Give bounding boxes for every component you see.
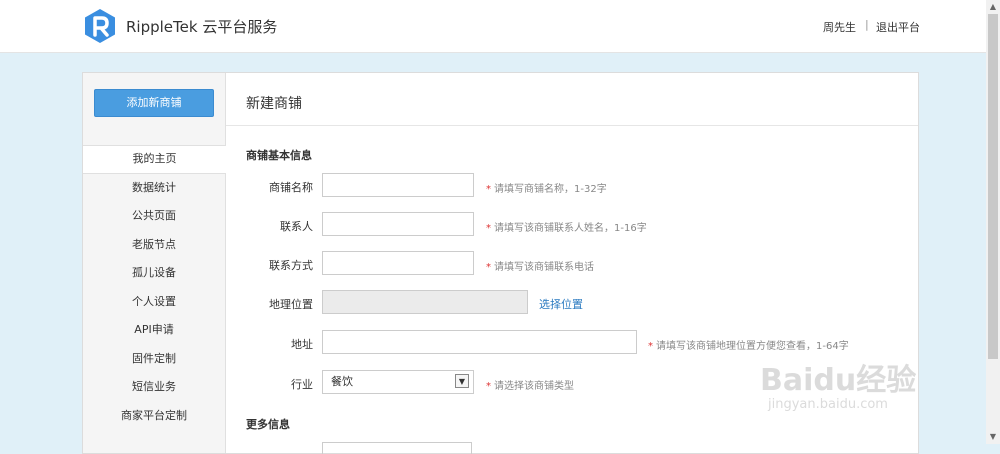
shop-name-input[interactable] [322,173,474,197]
scroll-up-arrow-icon[interactable]: ▲ [986,0,1000,14]
section-title-basic: 商铺基本信息 [246,149,312,162]
location-input [322,290,528,314]
sidebar-item-home[interactable]: 我的主页 [83,145,226,174]
required-mark: * [486,223,491,234]
sidebar-item-firmware[interactable]: 固件定制 [83,345,225,374]
logout-link[interactable]: 退出平台 [876,19,920,35]
sidebar-item-legacy-nodes[interactable]: 老版节点 [83,231,225,260]
contact-input[interactable] [322,212,474,236]
sidebar-item-orphan-devices[interactable]: 孤儿设备 [83,259,225,288]
sidebar-item-public-pages[interactable]: 公共页面 [83,202,225,231]
title-divider [226,125,918,126]
sidebar-item-statistics[interactable]: 数据统计 [83,174,225,203]
rippletek-logo-icon [85,9,115,43]
sidebar-item-merchant-platform[interactable]: 商家平台定制 [83,402,225,431]
user-name[interactable]: 周先生 [823,19,856,35]
chevron-down-icon[interactable]: ▼ [455,374,469,388]
form-row-phone: 联系方式 * 请填写该商铺联系电话 [226,251,918,277]
shop-name-label: 商铺名称 [269,181,313,194]
section-title-more: 更多信息 [246,418,290,431]
required-mark: * [648,341,653,352]
add-shop-button[interactable]: 添加新商铺 [94,89,214,117]
industry-select[interactable]: 餐饮 ▼ [322,370,474,394]
address-label: 地址 [291,338,313,351]
page-scrollbar[interactable]: ▲ ▼ [986,0,1000,444]
phone-label: 联系方式 [269,259,313,272]
industry-hint: * 请选择该商铺类型 [486,381,574,392]
form-row-contact: 联系人 * 请填写该商铺联系人姓名，1-16字 [226,212,918,238]
required-mark: * [486,184,491,195]
header-separator: | [865,18,869,31]
form-row-location: 地理位置 选择位置 [226,290,918,316]
sidebar-item-sms[interactable]: 短信业务 [83,373,225,402]
sidebar-nav: 我的主页 数据统计 公共页面 老版节点 孤儿设备 个人设置 API申请 固件定制… [83,145,226,431]
form-row-address: 地址 * 请填写该商铺地理位置方便您查看，1-64字 [226,330,918,356]
select-location-link[interactable]: 选择位置 [539,296,583,312]
phone-input[interactable] [322,251,474,275]
location-label: 地理位置 [269,298,313,311]
top-bar: RippleTek 云平台服务 周先生 | 退出平台 [0,0,986,53]
sidebar: 添加新商铺 我的主页 数据统计 公共页面 老版节点 孤儿设备 个人设置 API申… [83,73,226,453]
required-mark: * [486,381,491,392]
industry-label: 行业 [291,378,313,391]
sidebar-item-personal-settings[interactable]: 个人设置 [83,288,225,317]
page-title: 新建商铺 [246,96,302,112]
industry-selected-value: 餐饮 [331,375,353,388]
form-row-shop-name: 商铺名称 * 请填写商铺名称，1-32字 [226,173,918,199]
watermark-sub-text: jingyan.baidu.com [768,397,888,412]
brand-title: RippleTek 云平台服务 [126,18,278,36]
sidebar-item-api-request[interactable]: API申请 [83,316,225,345]
scroll-down-arrow-icon[interactable]: ▼ [986,430,1000,444]
baidu-watermark: Baidu经验 jingyan.baidu.com [760,355,950,425]
scroll-thumb[interactable] [988,14,998,359]
address-input[interactable] [322,330,637,354]
address-hint: * 请填写该商铺地理位置方便您查看，1-64字 [648,341,849,352]
shop-name-hint: * 请填写商铺名称，1-32字 [486,184,607,195]
phone-hint: * 请填写该商铺联系电话 [486,262,594,273]
contact-hint: * 请填写该商铺联系人姓名，1-16字 [486,223,647,234]
required-mark: * [486,262,491,273]
contact-label: 联系人 [280,220,313,233]
watermark-main-text: Baidu经验 [760,363,917,398]
